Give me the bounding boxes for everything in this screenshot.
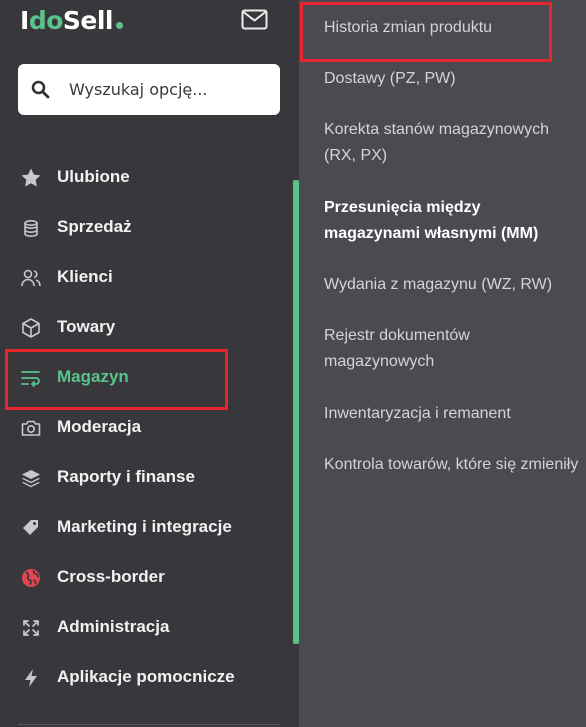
search-box[interactable]: Wyszukaj opcję... (18, 64, 280, 115)
sidebar-item-label: Klienci (57, 267, 113, 286)
highlight-box-historia (300, 2, 552, 62)
sidebar-item-ulubione[interactable]: Ulubione (0, 152, 290, 202)
submenu-item-dostawy[interactable]: Dostawy (PZ, PW) (324, 66, 580, 92)
sidebar-item-label: Towary (57, 317, 116, 336)
logo-dot (116, 22, 123, 29)
sidebar-item-label: Marketing i integracje (57, 517, 232, 536)
sidebar-item-towary[interactable]: Towary (0, 302, 290, 352)
submenu-item-korekta-stanow[interactable]: Korekta stanów magazynowych (RX, PX) (324, 117, 580, 169)
submenu-item-kontrola-towarow[interactable]: Kontrola towarów, które się zmieniły (324, 452, 580, 478)
star-icon (21, 168, 41, 187)
globe-icon (22, 569, 40, 587)
sidebar-bottom-divider (18, 724, 280, 725)
submenu-item-inwentaryzacja[interactable]: Inwentaryzacja i remanent (324, 401, 580, 427)
sidebar-item-administracja[interactable]: Administracja (0, 602, 290, 652)
sidebar-item-label: Administracja (57, 617, 170, 636)
sidebar-item-cross-border[interactable]: Cross-border (0, 552, 290, 602)
mail-icon[interactable] (241, 9, 268, 30)
sidebar-item-klienci[interactable]: Klienci (0, 252, 290, 302)
sidebar-item-marketing-i-integracje[interactable]: Marketing i integracje (0, 502, 290, 552)
submenu-item-przesuniecia-mm[interactable]: Przesunięcia między magazynami własnymi … (324, 195, 580, 247)
logo-do: do (28, 6, 64, 35)
camera-icon (21, 420, 41, 436)
sidebar-item-raporty-i-finanse[interactable]: Raporty i finanse (0, 452, 290, 502)
coins-icon (24, 219, 38, 238)
sidebar-item-label: Ulubione (57, 167, 130, 186)
sidebar-item-label: Aplikacje pomocnicze (57, 667, 235, 686)
sidebar-item-label: Raporty i finanse (57, 467, 195, 486)
search-icon (31, 80, 50, 99)
submenu-item-wydania-z-magazynu[interactable]: Wydania z magazynu (WZ, RW) (324, 272, 580, 298)
tag-icon (23, 520, 38, 535)
sidebar-item-aplikacje-pomocnicze[interactable]: Aplikacje pomocnicze (0, 652, 290, 702)
expand-icon (23, 620, 39, 636)
search-placeholder: Wyszukaj opcję... (69, 80, 208, 99)
logo-letter-i: I (20, 6, 29, 35)
sidebar-item-sprzedaz[interactable]: Sprzedaż (0, 202, 290, 252)
submenu-item-rejestr-dokumentow[interactable]: Rejestr dokumentów magazynowych (324, 323, 580, 375)
highlight-box-magazyn (5, 349, 228, 410)
idosell-logo[interactable]: IdoSell (20, 6, 123, 36)
users-icon (21, 269, 41, 287)
logo-sell: Sell (62, 6, 114, 35)
bolt-icon (25, 669, 37, 687)
box-icon (22, 318, 40, 338)
sidebar-item-label: Sprzedaż (57, 217, 132, 236)
sidebar-item-label: Cross-border (57, 567, 165, 586)
layers-icon (22, 470, 40, 488)
